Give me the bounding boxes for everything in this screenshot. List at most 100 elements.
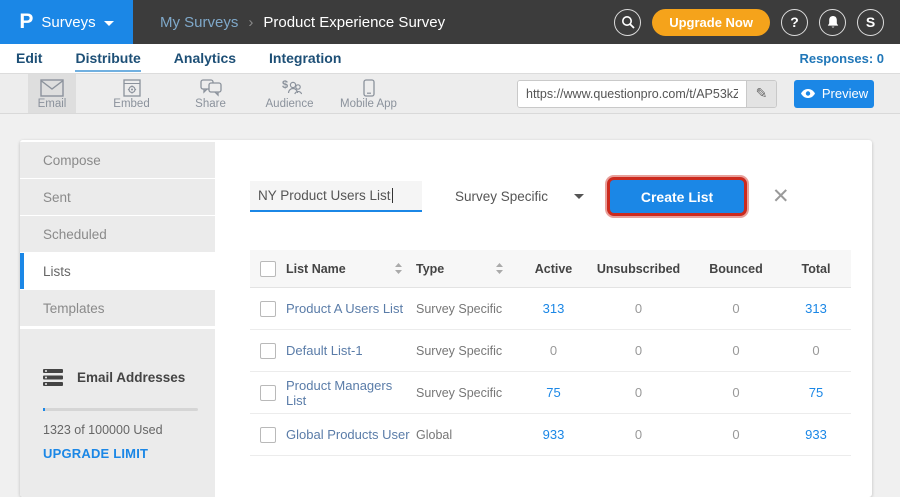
survey-url-box: ✎ [517, 80, 777, 108]
sidebar-item-compose[interactable]: Compose [20, 142, 215, 178]
channel-list: Email Embed Share $ Audience Mobile App [28, 74, 408, 113]
list-name-link[interactable]: Global Products User [286, 427, 416, 442]
app-window: P Surveys My Surveys › Product Experienc… [0, 0, 900, 497]
email-sidebar: Compose Sent Scheduled Lists Templates E… [20, 140, 215, 497]
svg-text:$: $ [282, 79, 288, 91]
notifications-button[interactable] [819, 9, 846, 36]
breadcrumb-separator: › [248, 14, 253, 31]
product-menu[interactable]: P Surveys [0, 0, 133, 44]
tab-edit[interactable]: Edit [16, 46, 42, 72]
header-type-label: Type [416, 262, 444, 276]
top-bar: P Surveys My Surveys › Product Experienc… [0, 0, 900, 44]
sidebar-item-sent[interactable]: Sent [20, 179, 215, 215]
list-name-link[interactable]: Default List-1 [286, 343, 416, 358]
question-mark-icon: ? [790, 14, 799, 30]
address-list-icon [43, 369, 63, 386]
channel-audience-label: Audience [266, 98, 314, 110]
search-button[interactable] [614, 9, 641, 36]
header-bounced: Bounced [691, 262, 781, 276]
row-checkbox[interactable] [260, 301, 276, 317]
select-all-cell [250, 261, 286, 277]
share-icon [200, 79, 222, 97]
select-all-checkbox[interactable] [260, 261, 276, 277]
total-count[interactable]: 313 [781, 301, 851, 316]
list-type-value: Survey Specific [455, 189, 548, 204]
channel-audience[interactable]: $ Audience [250, 74, 329, 113]
total-count[interactable]: 75 [781, 385, 851, 400]
product-menu-label: Surveys [41, 14, 95, 31]
header-unsubscribed: Unsubscribed [586, 262, 691, 276]
active-count[interactable]: 313 [521, 301, 586, 316]
email-icon [40, 79, 64, 97]
row-checkbox-cell [250, 343, 286, 359]
search-icon [621, 15, 635, 29]
list-name-input[interactable]: NY Product Users List [250, 181, 422, 212]
questionpro-logo-icon: P [19, 10, 33, 34]
mobile-app-icon [363, 79, 375, 97]
usage-progress-bar [43, 408, 198, 411]
list-type: Survey Specific [416, 386, 521, 400]
chevron-down-icon [574, 194, 584, 199]
preview-label: Preview [822, 86, 868, 101]
list-type: Survey Specific [416, 344, 521, 358]
upgrade-now-button[interactable]: Upgrade Now [652, 9, 770, 36]
table-row: Global Products User Global 933 0 0 933 [250, 414, 851, 456]
list-name-link[interactable]: Product A Users List [286, 301, 416, 316]
channel-share-label: Share [195, 98, 226, 110]
sidebar-item-templates[interactable]: Templates [20, 290, 215, 326]
close-form-button[interactable]: ✕ [772, 186, 790, 207]
upgrade-limit-link[interactable]: UPGRADE LIMIT [43, 446, 195, 461]
text-cursor [392, 188, 393, 203]
channel-embed[interactable]: Embed [92, 74, 171, 113]
header-total: Total [781, 262, 851, 276]
eye-icon [800, 88, 816, 99]
active-count: 0 [521, 343, 586, 358]
channel-mobile-app[interactable]: Mobile App [329, 74, 408, 113]
help-button[interactable]: ? [781, 9, 808, 36]
active-count[interactable]: 75 [521, 385, 586, 400]
header-list-name[interactable]: List Name [286, 262, 416, 276]
tab-analytics[interactable]: Analytics [174, 46, 236, 72]
usage-text: 1323 of 100000 Used [43, 423, 195, 437]
breadcrumb-my-surveys[interactable]: My Surveys [160, 14, 238, 31]
tab-distribute[interactable]: Distribute [75, 46, 140, 72]
sidebar-item-lists[interactable]: Lists [20, 253, 215, 289]
list-type: Survey Specific [416, 302, 521, 316]
email-addresses-header: Email Addresses [43, 369, 195, 386]
edit-url-button[interactable]: ✎ [746, 81, 776, 107]
channel-embed-label: Embed [113, 98, 149, 110]
embed-icon [122, 79, 142, 97]
row-checkbox-cell [250, 301, 286, 317]
list-name-link[interactable]: Product Managers List [286, 378, 416, 408]
email-addresses-panel: Email Addresses 1323 of 100000 Used UPGR… [20, 329, 215, 497]
total-count[interactable]: 933 [781, 427, 851, 442]
unsubscribed-count: 0 [586, 343, 691, 358]
active-count[interactable]: 933 [521, 427, 586, 442]
account-avatar[interactable]: S [857, 9, 884, 36]
bounced-count: 0 [691, 427, 781, 442]
bounced-count: 0 [691, 301, 781, 316]
total-count: 0 [781, 343, 851, 358]
row-checkbox[interactable] [260, 343, 276, 359]
tab-integration[interactable]: Integration [269, 46, 341, 72]
chevron-down-icon [104, 21, 114, 26]
list-type-select[interactable]: Survey Specific [455, 189, 584, 204]
sidebar-item-scheduled[interactable]: Scheduled [20, 216, 215, 252]
channel-email[interactable]: Email [28, 74, 76, 113]
table-row: Default List-1 Survey Specific 0 0 0 0 [250, 330, 851, 372]
channel-share[interactable]: Share [171, 74, 250, 113]
avatar-initial: S [866, 14, 875, 30]
row-checkbox-cell [250, 427, 286, 443]
header-type[interactable]: Type [416, 262, 521, 276]
preview-button[interactable]: Preview [794, 80, 874, 108]
sort-icon[interactable] [395, 263, 402, 274]
sort-icon[interactable] [496, 263, 503, 274]
responses-count[interactable]: Responses: 0 [799, 51, 884, 66]
unsubscribed-count: 0 [586, 385, 691, 400]
create-list-button[interactable]: Create List [610, 180, 744, 213]
survey-url-input[interactable] [518, 81, 746, 107]
row-checkbox[interactable] [260, 385, 276, 401]
row-checkbox[interactable] [260, 427, 276, 443]
distribute-toolbar: Email Embed Share $ Audience Mobile App [0, 73, 900, 114]
header-active: Active [521, 262, 586, 276]
